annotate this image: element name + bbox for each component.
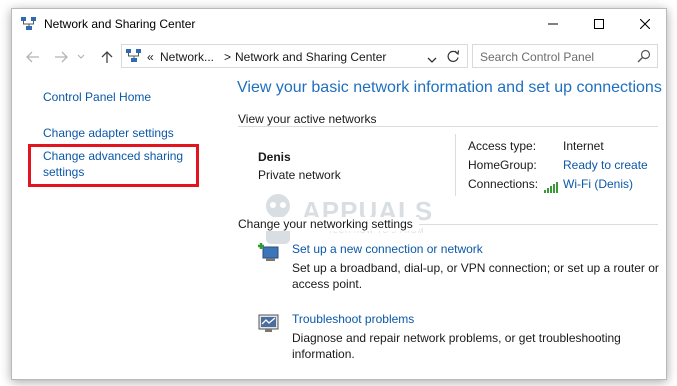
network-type: Private network <box>258 168 341 182</box>
troubleshoot-desc-line2: information. <box>292 347 355 361</box>
network-location-icon <box>126 49 142 63</box>
search-placeholder: Search Control Panel <box>480 50 595 64</box>
setup-connection-desc-line1: Set up a broadband, dial-up, or VPN conn… <box>292 261 659 275</box>
homegroup-link[interactable]: Ready to create <box>563 158 648 172</box>
change-adapter-settings-link[interactable]: Change adapter settings <box>43 126 174 140</box>
active-networks-label: View your active networks <box>238 112 383 126</box>
up-arrow-icon[interactable] <box>98 48 116 66</box>
recent-locations-chevron-icon[interactable] <box>76 48 86 66</box>
highlight-box <box>28 144 199 187</box>
window-title: Network and Sharing Center <box>44 17 196 31</box>
access-type-label: Access type: <box>468 139 537 153</box>
minimize-button[interactable] <box>530 9 576 39</box>
title-bar[interactable]: Network and Sharing Center <box>12 9 666 39</box>
forward-arrow-icon[interactable] <box>52 48 70 66</box>
wifi-connection-link[interactable]: Wi-Fi (Denis) <box>563 177 633 191</box>
search-icon[interactable] <box>637 49 651 66</box>
change-networking-settings-label: Change your networking settings <box>238 217 419 231</box>
network-info-divider <box>455 134 456 196</box>
network-app-icon <box>21 17 37 31</box>
address-bar-row: « Network... > Network and Sharing Cente… <box>12 42 666 72</box>
search-input[interactable]: Search Control Panel <box>472 44 658 68</box>
back-arrow-icon[interactable] <box>24 48 42 66</box>
address-dropdown-icon[interactable] <box>427 53 437 67</box>
breadcrumb-overflow[interactable]: « <box>147 50 154 64</box>
homegroup-label: HomeGroup: <box>468 158 537 172</box>
wifi-signal-icon <box>544 181 560 196</box>
address-box[interactable]: « Network... > Network and Sharing Cente… <box>121 44 468 68</box>
close-button[interactable] <box>622 9 666 39</box>
troubleshoot-desc-line1: Diagnose and repair network problems, or… <box>292 331 621 345</box>
troubleshoot-problems-link[interactable]: Troubleshoot problems <box>292 312 414 326</box>
new-connection-icon <box>257 241 281 263</box>
breadcrumb-separator[interactable]: > <box>224 50 231 64</box>
page-title: View your basic network information and … <box>237 79 662 96</box>
breadcrumb-network[interactable]: Network... <box>160 50 214 64</box>
maximize-button[interactable] <box>576 9 622 39</box>
control-panel-home-link[interactable]: Control Panel Home <box>43 90 151 104</box>
left-navigation-pane: Control Panel Home Change adapter settin… <box>12 72 222 379</box>
network-name: Denis <box>258 150 291 164</box>
troubleshoot-icon <box>257 312 281 334</box>
network-sharing-window: Network and Sharing Center « Network... … <box>11 8 667 380</box>
active-networks-divider <box>238 126 658 127</box>
setup-connection-desc-line2: access point. <box>292 277 363 291</box>
refresh-icon[interactable] <box>447 50 460 66</box>
access-type-value: Internet <box>563 139 604 153</box>
breadcrumb-current[interactable]: Network and Sharing Center <box>235 50 386 64</box>
setup-new-connection-link[interactable]: Set up a new connection or network <box>292 242 483 256</box>
connections-label: Connections: <box>468 177 539 191</box>
